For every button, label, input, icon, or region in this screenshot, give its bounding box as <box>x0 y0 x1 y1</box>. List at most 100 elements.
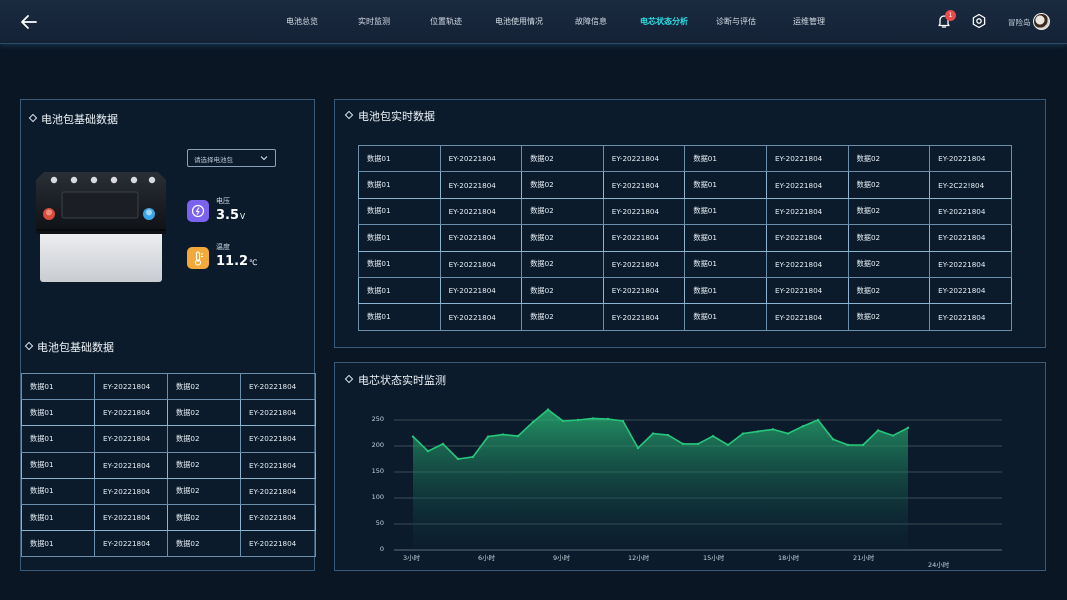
x-tick-label: 6小时 <box>478 554 496 562</box>
x-tick-label: 9小时 <box>553 554 571 562</box>
temperature-unit: ℃ <box>249 258 258 267</box>
table-cell: 数据02 <box>167 425 241 453</box>
voltage-icon <box>187 200 209 222</box>
chart-point <box>426 450 430 453</box>
voltage-unit: V <box>240 212 246 221</box>
table-row: 数据01 EY-20221804 数据02 EY-20221804 <box>21 372 316 401</box>
chart-point <box>681 442 685 446</box>
x-tick-label: 21小时 <box>853 554 875 562</box>
basic-data-table: 数据01 EY-20221804 数据02 EY-20221804 数据01 EY-202… <box>21 372 316 558</box>
chart-point <box>696 442 700 446</box>
table-cell: 数据02 <box>167 477 241 505</box>
table-cell: 数据01 <box>358 171 441 199</box>
table-cell: EY-20221804 <box>765 276 849 305</box>
table-cell: EY-20221804 <box>602 224 686 252</box>
nav-item-fault-info[interactable]: 故障信息 <box>575 16 607 27</box>
table-cell: EY-20221804 <box>929 303 1012 331</box>
chart-point <box>576 418 580 422</box>
table-cell: 数据01 <box>684 224 767 252</box>
table-cell: EY-20221804 <box>602 171 686 199</box>
table-row: 数据01 EY-20221804 数据02 EY-20221804 数据01 EY-202… <box>358 276 1012 305</box>
table-cell: 数据02 <box>847 197 931 226</box>
table-cell: 数据02 <box>521 224 604 252</box>
battery-pack-select[interactable]: 请选择电池包 <box>187 149 276 167</box>
gear-icon[interactable] <box>971 13 987 29</box>
table-cell: 数据01 <box>358 197 441 226</box>
table-cell: 数据01 <box>21 425 95 453</box>
chart-point <box>711 434 715 438</box>
table-cell: EY-20221804 <box>602 303 686 331</box>
nav-item-battery-usage[interactable]: 电池使用情况 <box>495 16 543 27</box>
table-cell: EY-20221804 <box>439 171 523 199</box>
table-cell: EY-20221804 <box>929 224 1012 252</box>
table-cell: EY-20221804 <box>602 276 686 305</box>
chart-point <box>666 433 670 437</box>
table-cell: EY-20221804 <box>94 451 168 479</box>
temperature-label: 温度 <box>216 243 230 251</box>
chart-point <box>651 432 655 435</box>
avatar[interactable] <box>1033 13 1050 30</box>
table-cell: 数据01 <box>21 530 95 558</box>
nav-item-diagnosis[interactable]: 诊断与评估 <box>716 16 756 27</box>
y-tick-label: 0 <box>379 545 384 553</box>
nav-item-operations[interactable]: 运维管理 <box>793 16 825 27</box>
table-cell: EY-20221804 <box>929 250 1012 278</box>
username[interactable]: 冒险岛 <box>1008 17 1031 28</box>
chart-point <box>561 419 565 423</box>
chart-point <box>726 443 730 447</box>
table-row: 数据01 EY-20221804 数据02 EY-20221804 <box>21 477 316 505</box>
table-cell: 数据02 <box>521 197 604 226</box>
chart-point <box>486 435 490 438</box>
table-cell: 数据01 <box>684 276 767 305</box>
cell-status-line-chart <box>394 408 1002 551</box>
table-cell: EY-20221804 <box>765 224 849 252</box>
table-cell: EY-20221804 <box>94 399 168 427</box>
chart-point <box>606 417 610 421</box>
chart-point <box>861 443 865 447</box>
table-cell: 数据02 <box>521 144 604 173</box>
nav-item-realtime-monitor[interactable]: 实时监测 <box>358 16 390 27</box>
x-tick-label: 12小时 <box>628 554 650 562</box>
chart-point <box>546 408 550 411</box>
table-cell: 数据01 <box>684 144 767 173</box>
chart-point <box>786 432 790 435</box>
table-cell: EY-20221804 <box>602 144 686 173</box>
chart-point <box>441 442 445 446</box>
chart-point <box>891 434 895 437</box>
table-cell: 数据02 <box>167 530 241 558</box>
table-cell: EY-20221804 <box>439 250 523 278</box>
back-arrow-icon[interactable] <box>20 13 38 31</box>
nav-item-location-track[interactable]: 位置轨迹 <box>430 16 462 27</box>
realtime-data-table: 数据01 EY-20221804 数据02 EY-20221804 数据01 EY-202… <box>358 144 1012 331</box>
table-cell: 数据02 <box>847 171 931 199</box>
table-cell: EY-20221804 <box>765 250 849 278</box>
battery-pack-select-placeholder: 请选择电池包 <box>194 156 233 164</box>
table-cell: 数据01 <box>358 224 441 252</box>
table-cell: 数据02 <box>167 399 241 427</box>
chevron-down-icon <box>260 156 268 161</box>
chart-area-fill <box>413 409 908 550</box>
table-cell: EY-20221804 <box>94 503 168 532</box>
chart-point <box>516 434 520 438</box>
table-cell: 数据02 <box>167 372 241 401</box>
nav-item-cell-status-analysis[interactable]: 电芯状态分析 <box>640 16 688 27</box>
chart-point <box>456 457 460 461</box>
table-cell: 数据01 <box>21 477 95 505</box>
battery-image <box>36 172 166 282</box>
table-cell: 数据01 <box>684 250 767 278</box>
table-cell: EY-20221804 <box>240 425 316 453</box>
nav-item-battery-overview[interactable]: 电池总览 <box>286 16 318 27</box>
chart-point <box>471 455 475 459</box>
table-cell: EY-20221804 <box>602 197 686 226</box>
x-tick-label: 3小时 <box>403 554 421 562</box>
chart-point <box>876 429 880 432</box>
table-cell: 数据01 <box>358 276 441 305</box>
x-tick-label: 18小时 <box>778 554 800 562</box>
chart-point <box>636 446 640 450</box>
chart-point <box>621 419 625 423</box>
top-header: 电池总览 实时监测 位置轨迹 电池使用情况 故障信息 电芯状态分析 诊断与评估 … <box>0 0 1067 44</box>
table-cell: 数据02 <box>847 250 931 278</box>
table-row: 数据01 EY-20221804 数据02 EY-20221804 数据01 EY-202… <box>358 250 1012 278</box>
y-tick-label: 200 <box>371 441 384 449</box>
thermometer-icon <box>187 247 209 269</box>
